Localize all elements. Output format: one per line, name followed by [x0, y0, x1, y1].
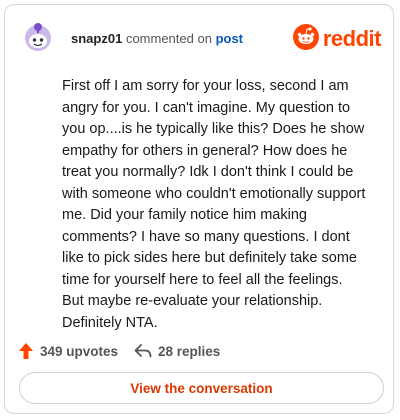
upvote-arrow-icon	[18, 342, 34, 360]
comment-body: First off I am sorry for your loss, seco…	[62, 78, 366, 331]
upvote-count: 349 upvotes	[40, 343, 119, 359]
comment-stats: 349 upvotes 28 replies	[18, 337, 378, 365]
view-conversation-button[interactable]: View the conversation	[19, 372, 384, 404]
upvotes-stat[interactable]: 349 upvotes	[18, 337, 118, 365]
byline: snapz01 commented on post	[71, 31, 243, 46]
comment-card: snapz01 commented on post reddit First o…	[4, 4, 394, 414]
reddit-logo-icon	[292, 23, 319, 55]
reply-count: 28 replies	[158, 343, 221, 359]
reply-arrow-icon	[134, 343, 152, 359]
post-link[interactable]: post	[216, 31, 243, 46]
comment-header: snapz01 commented on post reddit	[19, 19, 382, 59]
replies-stat[interactable]: 28 replies	[134, 337, 220, 365]
reddit-wordmark: reddit	[322, 26, 382, 51]
snoo-avatar-icon[interactable]	[23, 21, 53, 53]
reddit-logo[interactable]: reddit	[292, 23, 382, 55]
username[interactable]: snapz01	[71, 31, 122, 46]
action-text: commented on	[125, 31, 212, 46]
